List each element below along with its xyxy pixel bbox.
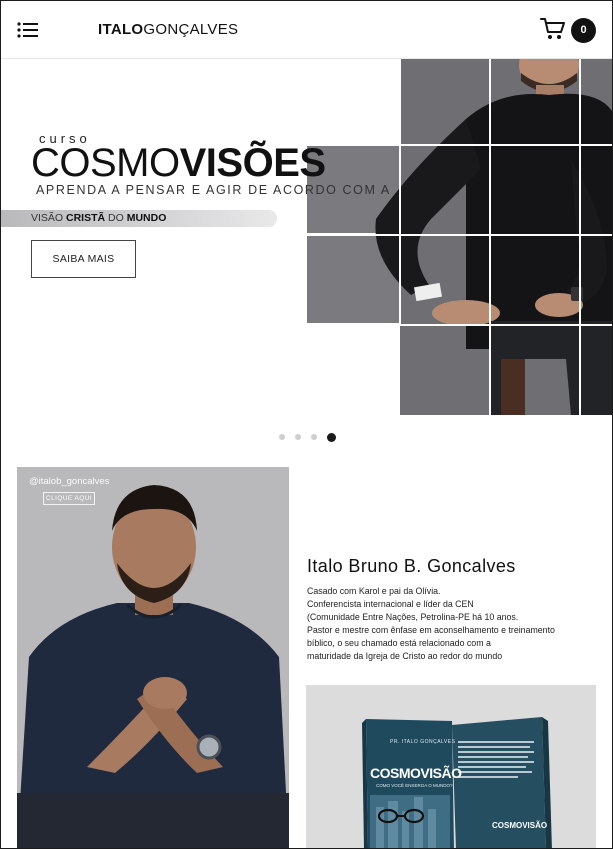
book-back-title: COSMOVISÃO	[492, 821, 548, 830]
hero-title-thin: COSMO	[31, 141, 180, 185]
bio-text: Casado com Karol e pai da Olívia. Confer…	[307, 585, 597, 664]
hero-title-bold: VISÕES	[179, 141, 326, 185]
book-author: PR. ITALO GONÇALVES	[390, 739, 456, 745]
bio-line: maturidade da Igreja de Cristo ao redor …	[307, 651, 503, 662]
clique-aqui-button[interactable]: CLIQUE AQUI	[43, 492, 95, 505]
slider-dot[interactable]	[279, 434, 285, 440]
bio-line: Conferencista internacional e líder da C…	[307, 599, 474, 610]
site-header: ITALOGONÇALVES 0	[1, 1, 612, 59]
logo-bold-text: ITALO	[98, 21, 144, 38]
bio-line: (Comunidade Entre Nações, Petrolina-PE h…	[307, 612, 519, 623]
hero-subtitle-part: VISÃO	[31, 212, 67, 224]
hero-person-image	[375, 59, 612, 415]
hero-subtitle: VISÃO CRISTÃ DO MUNDO	[31, 212, 166, 224]
cart-icon[interactable]	[540, 17, 566, 41]
saiba-mais-button[interactable]: SAIBA MAIS	[31, 240, 136, 278]
hero-slider: curso COSMOVISÕES APRENDA A PENSAR E AGI…	[1, 59, 612, 459]
bio-line: bíblico, o seu chamado está relacionado …	[307, 638, 491, 649]
site-logo[interactable]: ITALOGONÇALVES	[98, 21, 238, 38]
bio-line: Casado com Karol e pai da Olívia.	[307, 586, 441, 596]
menu-icon[interactable]	[17, 21, 39, 39]
hero-subtitle-part: DO	[105, 212, 127, 224]
slider-dot[interactable]	[311, 434, 317, 440]
hero-subtitle-bold: MUNDO	[126, 212, 167, 224]
instagram-handle[interactable]: @italob_goncalves	[29, 476, 109, 487]
book-image: PR. ITALO GONÇALVES COSMOVISÃO COMO VOCÊ…	[306, 685, 596, 848]
hero-subtitle-bold: CRISTÃ	[66, 212, 106, 224]
slider-dots	[279, 431, 336, 443]
slider-dot[interactable]	[295, 434, 301, 440]
bio-name: Italo Bruno B. Goncalves	[307, 556, 516, 576]
page-frame: ITALOGONÇALVES 0 curso COSMOVISÕES APREN…	[0, 0, 613, 849]
book-subtitle: COMO VOCÊ ENXERGA O MUNDO?	[376, 783, 453, 788]
portrait-image	[17, 467, 289, 848]
hero-tagline: APRENDA A PENSAR E AGIR DE ACORDO COM A	[36, 183, 391, 197]
bio-line: Pastor e mestre com ênfase em aconselham…	[307, 625, 555, 636]
cart-count-badge[interactable]: 0	[571, 18, 596, 43]
hero-title: COSMOVISÕES	[31, 143, 326, 183]
book-title: COSMOVISÃO	[370, 765, 462, 781]
logo-light-text: GONÇALVES	[143, 21, 239, 38]
instagram-photo-card[interactable]: @italob_goncalves CLIQUE AQUI	[17, 467, 289, 848]
slider-dot-active[interactable]	[327, 432, 336, 442]
